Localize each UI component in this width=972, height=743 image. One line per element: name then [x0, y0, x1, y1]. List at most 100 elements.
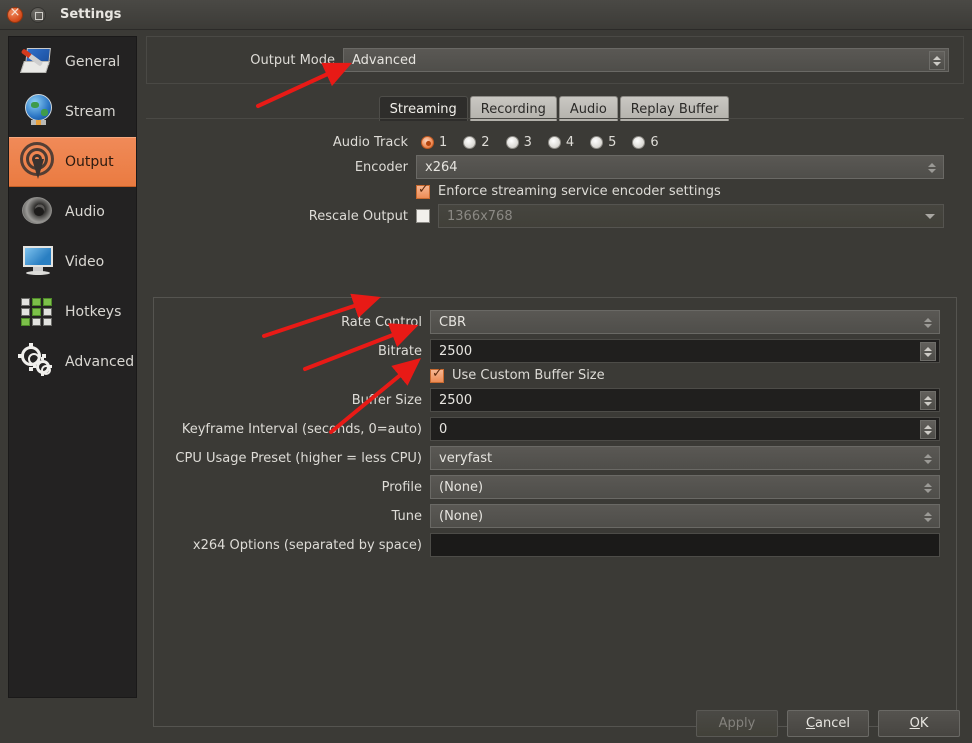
tab-label: Streaming [389, 101, 457, 117]
rescale-output-checkbox[interactable] [416, 209, 430, 223]
use-custom-buffer-size-checkbox[interactable]: Use Custom Buffer Size [430, 367, 956, 383]
x264-options-input[interactable] [430, 533, 940, 557]
x264-options-row: x264 Options (separated by space) [154, 533, 956, 557]
x264-options-label: x264 Options (separated by space) [192, 537, 422, 553]
output-mode-select[interactable]: Advanced [343, 48, 949, 72]
bitrate-row: Bitrate 2500 [154, 339, 956, 363]
encoder-settings-group: Rate Control CBR Bitrate 2500 ✓ Use Cust… [153, 297, 957, 727]
chevron-updown-icon[interactable] [929, 51, 945, 70]
sidebar-item-label: General [65, 54, 121, 70]
use-custom-buffer-row: Use Custom Buffer Size [154, 367, 956, 383]
settings-content-pane: Output Mode Advanced Streaming Recording… [146, 36, 964, 727]
advanced-icon [17, 342, 61, 382]
audio-track-option-label: 3 [523, 135, 532, 150]
sidebar-item-video[interactable]: Video [9, 237, 136, 287]
enforce-encoder-settings-label: Enforce streaming service encoder settin… [438, 184, 721, 199]
tune-value: (None) [439, 508, 484, 524]
sidebar-item-stream[interactable]: Stream [9, 87, 136, 137]
radio-dot-icon[interactable] [463, 136, 477, 149]
audio-track-option-5[interactable]: 5 [585, 135, 616, 150]
audio-track-radio-group: 1 2 3 4 5 6 [416, 135, 964, 150]
spinner-updown-icon[interactable] [920, 391, 936, 410]
bitrate-input[interactable]: 2500 [430, 339, 940, 363]
chevron-updown-icon[interactable] [920, 449, 936, 468]
apply-button[interactable]: Apply [696, 710, 778, 737]
spinner-updown-icon[interactable] [920, 342, 936, 361]
tune-label: Tune [391, 508, 422, 524]
cpu-usage-preset-select[interactable]: veryfast [430, 446, 940, 470]
apply-button-label: Apply [718, 716, 756, 731]
radio-dot-icon[interactable] [547, 136, 561, 149]
sidebar-item-label: Stream [65, 104, 116, 120]
encoder-label: Encoder [354, 159, 408, 175]
sidebar-item-advanced[interactable]: Advanced [9, 337, 136, 387]
audio-track-option-label: 5 [608, 135, 617, 150]
sidebar-item-label: Hotkeys [65, 304, 122, 320]
output-mode-box: Output Mode Advanced [146, 36, 964, 84]
cancel-button-label: Cancel [805, 716, 851, 731]
keyframe-interval-input[interactable]: 0 [430, 417, 940, 441]
rescale-output-label: Rescale Output [308, 208, 408, 224]
rescale-output-value: 1366x768 [447, 208, 513, 224]
maximize-icon[interactable] [30, 6, 46, 23]
radio-dot-icon[interactable] [421, 136, 434, 149]
profile-row: Profile (None) [154, 475, 956, 499]
tune-row: Tune (None) [154, 504, 956, 528]
profile-value: (None) [439, 479, 484, 495]
cancel-button[interactable]: Cancel [787, 710, 869, 737]
audio-track-row: Audio Track 1 2 3 4 5 6 [146, 135, 964, 150]
stream-icon [17, 92, 61, 132]
video-icon [17, 242, 61, 282]
output-icon [17, 142, 61, 182]
radio-dot-icon[interactable] [590, 136, 604, 149]
chevron-updown-icon[interactable] [920, 313, 936, 332]
rate-control-select[interactable]: CBR [430, 310, 940, 334]
chevron-updown-icon[interactable] [920, 478, 936, 497]
checkbox-icon[interactable] [416, 183, 430, 199]
enforce-row: Enforce streaming service encoder settin… [146, 183, 964, 199]
use-custom-buffer-size-label: Use Custom Buffer Size [452, 368, 605, 383]
settings-window: Settings General Stream Output [0, 0, 972, 743]
output-mode-label: Output Mode [250, 52, 335, 68]
audio-track-option-1[interactable]: 1 [416, 135, 447, 150]
rate-control-value: CBR [439, 314, 467, 330]
buffer-size-value: 2500 [439, 392, 473, 408]
buffer-size-label: Buffer Size [351, 392, 422, 408]
keyframe-interval-row: Keyframe Interval (seconds, 0=auto) 0 [154, 417, 956, 441]
audio-track-option-label: 6 [650, 135, 659, 150]
output-mode-value: Advanced [352, 52, 417, 68]
profile-select[interactable]: (None) [430, 475, 940, 499]
output-tabs: Streaming Recording Audio Replay Buffer [146, 93, 964, 121]
tab-label: Audio [569, 101, 607, 117]
audio-track-label: Audio Track [332, 135, 408, 150]
rescale-output-select: 1366x768 [438, 204, 944, 228]
chevron-updown-icon[interactable] [924, 158, 940, 177]
radio-dot-icon[interactable] [505, 136, 519, 149]
spinner-updown-icon[interactable] [920, 420, 936, 439]
cpu-usage-preset-row: CPU Usage Preset (higher = less CPU) ver… [154, 446, 956, 470]
audio-track-option-3[interactable]: 3 [501, 135, 532, 150]
audio-track-option-2[interactable]: 2 [458, 135, 490, 150]
profile-label: Profile [381, 479, 422, 495]
tune-select[interactable]: (None) [430, 504, 940, 528]
sidebar-item-label: Output [65, 154, 114, 170]
encoder-select[interactable]: x264 [416, 155, 944, 179]
cpu-usage-preset-label: CPU Usage Preset (higher = less CPU) [175, 450, 422, 466]
checkbox-icon[interactable] [430, 367, 444, 383]
radio-dot-icon[interactable] [632, 136, 646, 149]
close-icon[interactable] [7, 5, 23, 23]
buffer-size-input[interactable]: 2500 [430, 388, 940, 412]
encoder-row: Encoder x264 [146, 155, 964, 179]
chevron-updown-icon[interactable] [920, 507, 936, 526]
audio-track-option-6[interactable]: 6 [627, 135, 659, 150]
sidebar-item-hotkeys[interactable]: Hotkeys [9, 287, 136, 337]
audio-track-option-4[interactable]: 4 [543, 135, 574, 150]
keyframe-interval-value: 0 [439, 421, 448, 437]
sidebar-item-output[interactable]: Output [9, 137, 136, 187]
ok-button[interactable]: OK [878, 710, 960, 737]
enforce-encoder-settings-checkbox[interactable]: Enforce streaming service encoder settin… [416, 183, 964, 199]
sidebar-item-general[interactable]: General [9, 37, 136, 87]
sidebar-item-label: Advanced [65, 354, 135, 370]
sidebar-item-audio[interactable]: Audio [9, 187, 136, 237]
bitrate-value: 2500 [439, 343, 473, 359]
